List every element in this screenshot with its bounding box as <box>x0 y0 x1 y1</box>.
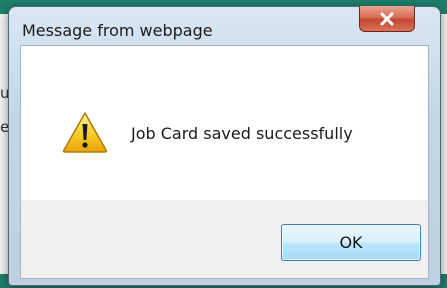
message-text: Job Card saved successfully <box>131 124 353 143</box>
ok-button-label: OK <box>339 233 363 252</box>
warning-icon <box>62 112 108 153</box>
button-area: OK <box>21 200 428 278</box>
dialog-body: Job Card saved successfully OK <box>20 45 429 279</box>
close-button[interactable] <box>359 6 415 32</box>
dialog-title: Message from webpage <box>22 21 213 40</box>
ok-button[interactable]: OK <box>281 224 421 261</box>
close-icon <box>380 12 394 25</box>
message-dialog: Message from webpage Job Card saved succ… <box>8 6 441 286</box>
message-area: Job Card saved successfully <box>21 46 428 200</box>
